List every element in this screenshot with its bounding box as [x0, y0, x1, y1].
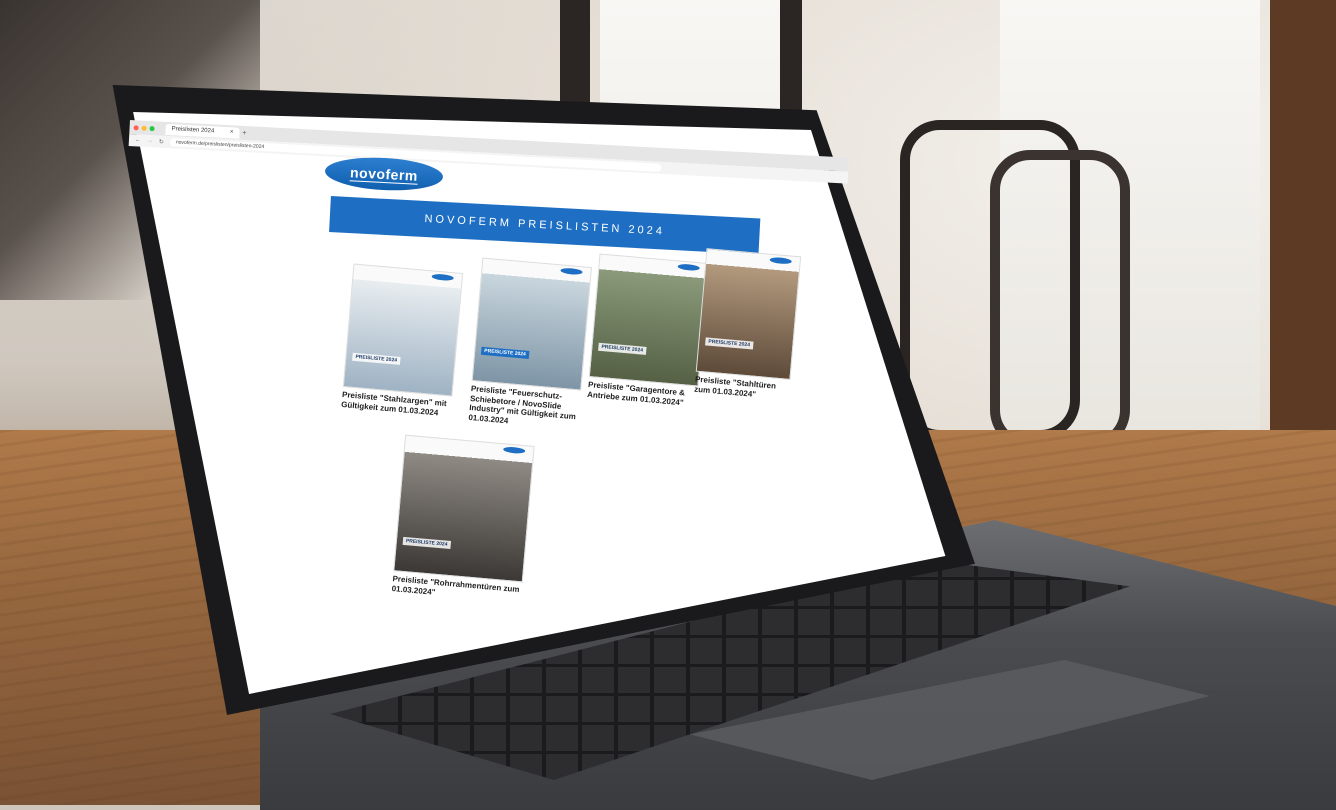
mini-logo-icon — [677, 263, 700, 272]
tab-close-icon[interactable]: × — [230, 129, 234, 135]
pricelist-thumbnail[interactable]: PREISLISTE 2024 — [393, 434, 535, 583]
pricelist-thumbnail[interactable]: PREISLISTE 2024 — [588, 253, 710, 387]
pricelist-thumbnail[interactable]: PREISLISTE 2024 — [342, 263, 464, 397]
pricelist-card[interactable]: PREISLISTE 2024 Preisliste "Feuerschutz-… — [468, 257, 592, 432]
mini-logo-icon — [769, 256, 792, 265]
mini-logo-icon — [503, 446, 526, 455]
back-icon[interactable]: ← — [135, 137, 141, 143]
maximize-window-icon[interactable] — [149, 125, 155, 131]
thumbnail-title: PREISLISTE 2024 — [598, 342, 647, 355]
new-tab-icon[interactable]: + — [242, 129, 246, 136]
pricelist-card[interactable]: PREISLISTE 2024 Preisliste "Rohrrahmentü… — [391, 434, 535, 605]
pricelist-card[interactable]: PREISLISTE 2024 Preisliste "Stahlzargen"… — [341, 263, 464, 418]
pricelist-card[interactable]: PREISLISTE 2024 Preisliste "Garagentore … — [587, 253, 710, 408]
minimize-window-icon[interactable] — [141, 125, 147, 131]
close-window-icon[interactable] — [133, 124, 139, 130]
browser-tab-title: Preislisten 2024 — [171, 125, 215, 134]
pricelist-thumbnail[interactable]: PREISLISTE 2024 — [695, 248, 802, 380]
thumbnail-title: PREISLISTE 2024 — [402, 536, 451, 549]
mini-logo-icon — [560, 267, 583, 276]
reload-icon[interactable]: ↻ — [159, 138, 164, 145]
pricelist-card[interactable]: PREISLISTE 2024 Preisliste "Stahltüren z… — [694, 248, 802, 402]
window-frame — [1270, 0, 1336, 480]
pricelist-thumbnail[interactable]: PREISLISTE 2024 — [471, 257, 592, 391]
forward-icon[interactable]: → — [147, 138, 153, 144]
thumbnail-title: PREISLISTE 2024 — [705, 337, 754, 350]
thumbnail-title: PREISLISTE 2024 — [352, 352, 401, 365]
mini-logo-icon — [431, 273, 454, 282]
background-chair — [990, 150, 1130, 450]
logo-text: novoferm — [349, 164, 419, 185]
thumbnail-title: PREISLISTE 2024 — [480, 346, 530, 359]
